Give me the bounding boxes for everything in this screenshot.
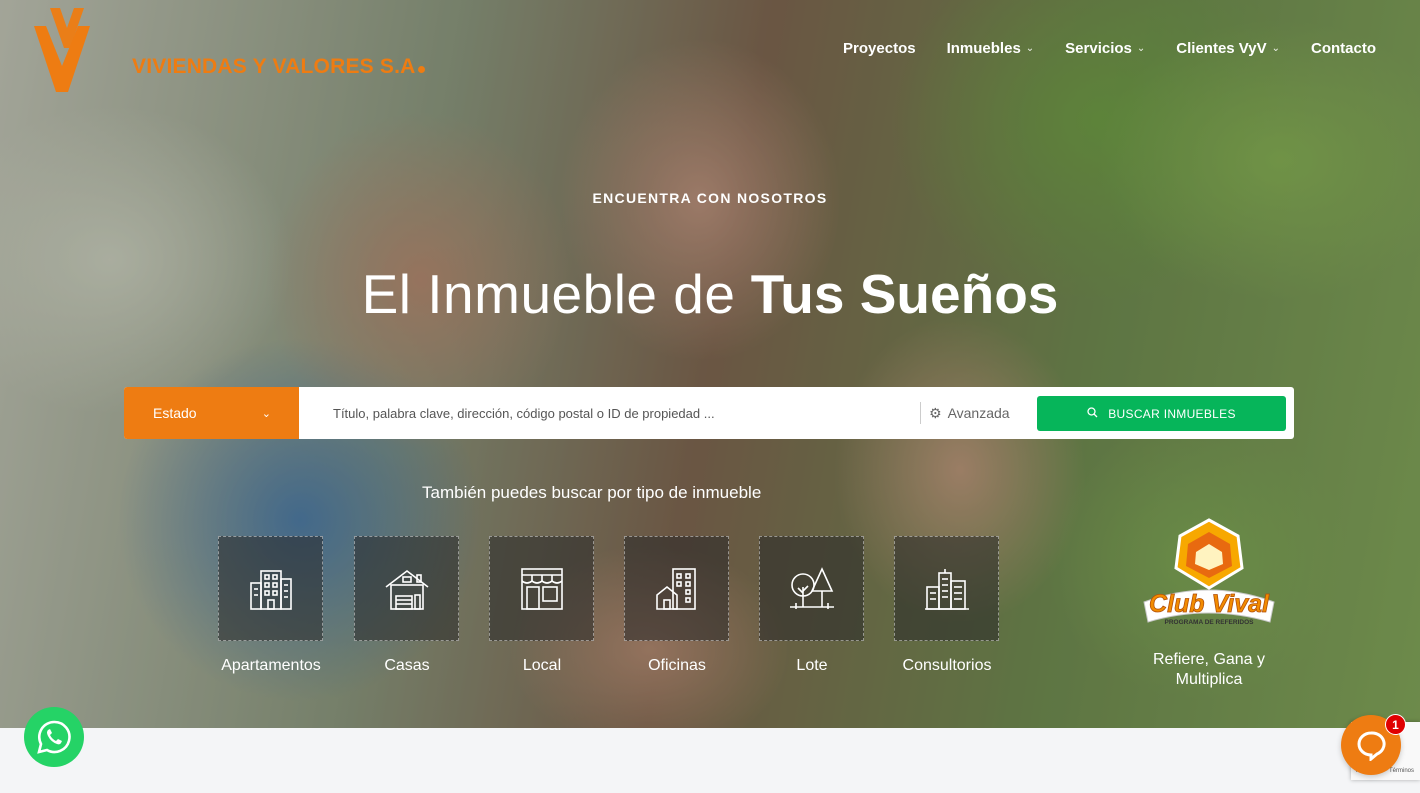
chat-notification-badge: 1 bbox=[1385, 714, 1406, 735]
whatsapp-button[interactable] bbox=[24, 707, 84, 767]
house-icon bbox=[385, 569, 428, 610]
whatsapp-icon bbox=[37, 720, 71, 754]
category-casas[interactable]: Casas bbox=[354, 536, 459, 675]
chevron-down-icon: ⌄ bbox=[1025, 43, 1035, 54]
category-subtitle: También puedes buscar por tipo de inmueb… bbox=[422, 483, 762, 502]
hero-headline-bold: Tus Sueños bbox=[750, 263, 1059, 325]
nav-item-contacto[interactable]: Contacto bbox=[1311, 40, 1376, 57]
chevron-down-icon: ⌄ bbox=[1271, 43, 1280, 54]
club-vival-badge-icon: Club Vival PROGRAMA DE REFERIDOS bbox=[1143, 518, 1275, 626]
category-tile bbox=[354, 536, 459, 641]
category-apartamentos[interactable]: Apartamentos bbox=[218, 536, 323, 675]
vyv-logo-mark-icon bbox=[34, 8, 90, 92]
main-nav: Proyectos Inmuebles ⌄ Servicios ⌄ Clientes… bbox=[812, 40, 1376, 57]
club-vival-logo-text: Club Vival bbox=[1149, 590, 1270, 618]
category-label: Apartamentos bbox=[221, 657, 321, 674]
chevron-down-icon: ⌄ bbox=[1136, 43, 1146, 54]
category-label: Local bbox=[522, 657, 562, 674]
hero-kicker: ENCUENTRA CON NOSOTROS bbox=[592, 190, 828, 206]
state-select[interactable]: Estado ⌄ bbox=[124, 387, 299, 439]
category-local[interactable]: Local bbox=[489, 536, 594, 675]
hero-headline-light: El Inmueble de bbox=[361, 263, 736, 325]
category-tile bbox=[624, 536, 729, 641]
club-vival-logo[interactable]: Club Vival PROGRAMA DE REFERIDOS bbox=[1138, 518, 1280, 635]
category-lote[interactable]: Lote bbox=[759, 536, 864, 675]
property-search-bar: Estado ⌄ ⚙ Avanzada BUSCAR INMUEBLES bbox=[124, 387, 1294, 439]
search-properties-button[interactable]: BUSCAR INMUEBLES bbox=[1037, 396, 1286, 431]
advanced-search-toggle[interactable]: ⚙ Avanzada bbox=[929, 405, 1029, 422]
advanced-search-label: Avanzada bbox=[947, 405, 1010, 421]
search-divider bbox=[920, 402, 921, 424]
club-vival-logo-subtext: PROGRAMA DE REFERIDOS bbox=[1165, 619, 1255, 626]
category-tile bbox=[218, 536, 323, 641]
site-logo[interactable]: VIVIENDAS Y VALORES S.A bbox=[32, 8, 452, 98]
city-buildings-icon bbox=[924, 568, 969, 610]
chat-bubble-icon bbox=[1357, 731, 1386, 761]
hero-headline: El Inmueble de Tus Sueños bbox=[0, 262, 1420, 326]
category-label: Lote bbox=[796, 657, 828, 674]
apartment-building-icon bbox=[249, 569, 292, 610]
nav-item-servicios[interactable]: Servicios ⌄ bbox=[1065, 40, 1145, 57]
search-icon bbox=[1087, 406, 1098, 421]
category-label: Oficinas bbox=[648, 657, 706, 674]
land-lot-trees-icon bbox=[789, 566, 834, 609]
category-label: Casas bbox=[384, 657, 430, 674]
office-building-icon bbox=[655, 567, 696, 610]
site-logo-text: VIVIENDAS Y VALORES S.A bbox=[132, 55, 425, 79]
category-tile bbox=[894, 536, 999, 641]
category-consultorios[interactable]: Consultorios bbox=[894, 536, 999, 675]
gear-icon: ⚙ bbox=[929, 404, 942, 421]
nav-item-inmuebles[interactable]: Inmuebles ⌄ bbox=[947, 40, 1035, 57]
category-label: Consultorios bbox=[902, 657, 992, 674]
club-vival-caption: Refiere, Gana y Multiplica bbox=[1152, 651, 1266, 688]
category-tile bbox=[759, 536, 864, 641]
search-input[interactable] bbox=[299, 387, 919, 439]
nav-item-proyectos[interactable]: Proyectos bbox=[843, 40, 916, 57]
nav-item-clientes-vyv[interactable]: Clientes VyV ⌄ bbox=[1176, 40, 1280, 57]
category-tile bbox=[489, 536, 594, 641]
state-select-label: Estado bbox=[153, 405, 197, 421]
storefront-icon bbox=[520, 567, 563, 610]
category-oficinas[interactable]: Oficinas bbox=[624, 536, 729, 675]
chevron-down-icon: ⌄ bbox=[261, 407, 271, 420]
search-button-label: BUSCAR INMUEBLES bbox=[1108, 406, 1236, 421]
